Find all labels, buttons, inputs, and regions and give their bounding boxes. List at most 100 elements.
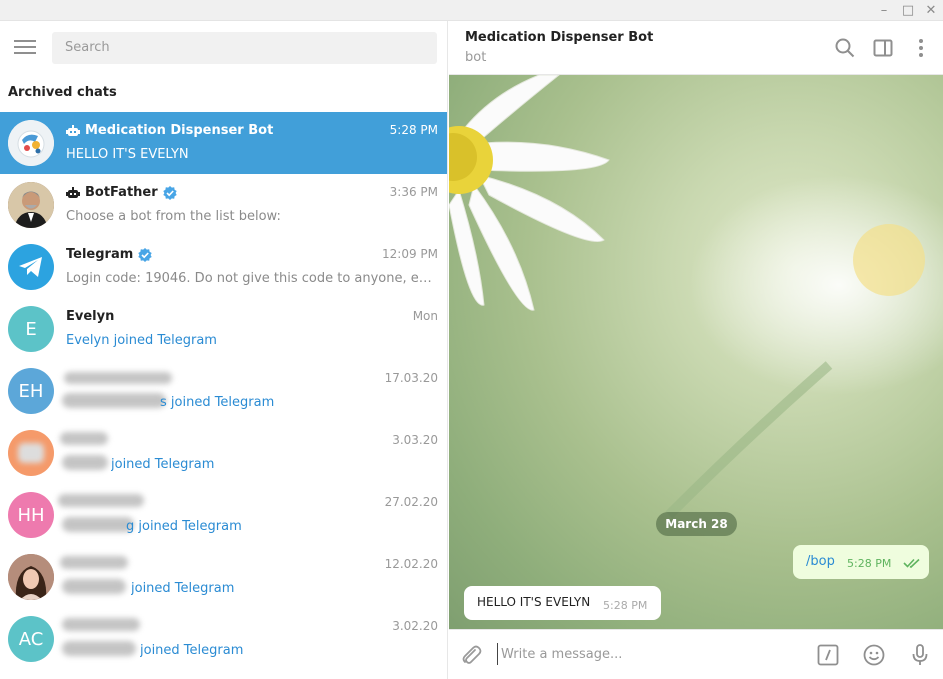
avatar [8,430,54,476]
conversation-panel: Medication Dispenser Bot bot March 28 /b… [449,21,943,679]
microphone-icon[interactable] [908,643,932,667]
attach-icon[interactable] [459,643,483,667]
botfather-avatar-icon [8,182,54,228]
redacted-name [58,494,144,507]
sidebar-toggle-icon[interactable] [872,37,894,59]
chat-item-redacted[interactable]: EH 17.03.20 s joined Telegram [0,360,447,422]
chat-item-evelyn[interactable]: E Evelyn Mon Evelyn joined Telegram [0,298,447,360]
user-photo-icon [8,554,54,600]
chat-name-text: BotFather [85,185,158,200]
maximize-icon: □ [901,2,915,18]
avatar-initials: AC [18,628,44,650]
chat-time: Mon [412,309,438,323]
chat-preview: s joined Telegram [160,395,275,410]
avatar [8,244,54,290]
chat-time: 12:09 PM [382,247,438,261]
chat-item-telegram[interactable]: Telegram 12:09 PM Login code: 19046. Do … [0,236,447,298]
avatar: HH [8,492,54,538]
chat-item-redacted[interactable]: 3.03.20 joined Telegram [0,422,447,484]
redacted-text [62,393,166,408]
conversation-header[interactable]: Medication Dispenser Bot bot [449,21,943,75]
chat-preview: HELLO IT'S EVELYN [66,147,189,162]
avatar-initials: E [25,318,37,340]
minimize-icon: – [880,2,888,18]
message-time: 5:28 PM [603,599,648,612]
minimize-button[interactable]: – [874,2,894,18]
redacted-name [60,556,128,569]
chat-time: 3:36 PM [389,185,438,199]
chat-preview: Evelyn joined Telegram [66,333,217,348]
avatar: AC [8,616,54,662]
conversation-subtitle: bot [465,50,487,65]
message-text: HELLO IT'S EVELYN [477,595,591,609]
hamburger-line [14,46,36,48]
chat-name-text: Evelyn [66,309,115,324]
bot-avatar-icon [8,120,54,166]
bot-icon [66,186,80,198]
redacted-text [62,579,126,594]
chat-item-medication-dispenser-bot[interactable]: Medication Dispenser Bot 5:28 PM HELLO I… [0,112,447,174]
incoming-message[interactable]: HELLO IT'S EVELYN 5:28 PM [464,586,661,620]
redacted-text [62,455,108,470]
chat-name: Telegram [66,247,152,262]
avatar: EH [8,368,54,414]
chat-name-text: Telegram [66,247,134,262]
emoji-icon[interactable] [862,643,886,667]
hamburger-line [14,52,36,54]
hamburger-icon [14,40,36,42]
redacted-initials [18,443,44,463]
outgoing-message[interactable]: /bop 5:28 PM [793,545,929,579]
redacted-text [62,641,136,656]
conversation-title: Medication Dispenser Bot [465,30,654,45]
message-time: 5:28 PM [847,557,892,570]
maximize-button[interactable]: □ [898,2,918,18]
message-input[interactable] [497,643,797,665]
chat-time: 3.02.20 [392,619,438,633]
search-placeholder: Search [65,40,110,55]
chat-item-redacted[interactable]: AC 3.02.20 joined Telegram [0,608,447,670]
avatar-initials: EH [18,380,44,402]
date-separator: March 28 [656,512,737,536]
redacted-name [64,372,172,384]
main-menu-button[interactable] [14,40,36,56]
message-text[interactable]: /bop [806,554,835,569]
verified-icon [162,185,177,200]
bot-commands-icon[interactable] [816,643,840,667]
avatar-initials: HH [17,504,45,526]
chat-name: Medication Dispenser Bot [66,123,273,138]
bot-icon [66,124,80,136]
chat-time: 17.03.20 [384,371,438,385]
chat-preview: Choose a bot from the list below: [66,209,281,224]
chat-preview: joined Telegram [111,457,215,472]
chat-preview: Login code: 19046. Do not give this code… [66,271,438,286]
redacted-name [62,618,140,631]
chat-time: 5:28 PM [389,123,438,137]
search-icon[interactable] [834,37,856,59]
chat-preview: g joined Telegram [126,519,242,534]
chat-name-text: Medication Dispenser Bot [85,123,274,138]
avatar: E [8,306,54,352]
close-window-button[interactable]: ✕ [921,2,941,18]
chat-time: 12.02.20 [384,557,438,571]
redacted-text [62,517,134,532]
verified-icon [138,247,152,262]
search-input[interactable]: Search [52,32,437,64]
chat-item-redacted[interactable]: 12.02.20 joined Telegram [0,546,447,608]
chat-item-botfather[interactable]: BotFather 3:36 PM Choose a bot from the … [0,174,447,236]
telegram-logo-icon [19,257,42,277]
avatar [8,554,54,600]
chat-time: 3.03.20 [392,433,438,447]
chat-preview: joined Telegram [131,581,235,596]
chat-preview: joined Telegram [140,643,244,658]
chat-item-redacted[interactable]: HH 27.02.20 g joined Telegram [0,484,447,546]
close-icon: ✕ [925,2,937,18]
chat-list-panel: Search Archived chats Medication Dispens… [0,21,448,679]
more-options-icon[interactable] [910,37,932,59]
redacted-name [60,432,108,445]
chat-time: 27.02.20 [384,495,438,509]
message-area[interactable]: March 28 /bop 5:28 PM HELLO IT'S EVELYN … [449,75,943,629]
chat-name: Evelyn [66,309,114,324]
double-check-icon [903,558,920,568]
avatar [8,120,54,166]
chat-name: BotFather [66,185,177,200]
